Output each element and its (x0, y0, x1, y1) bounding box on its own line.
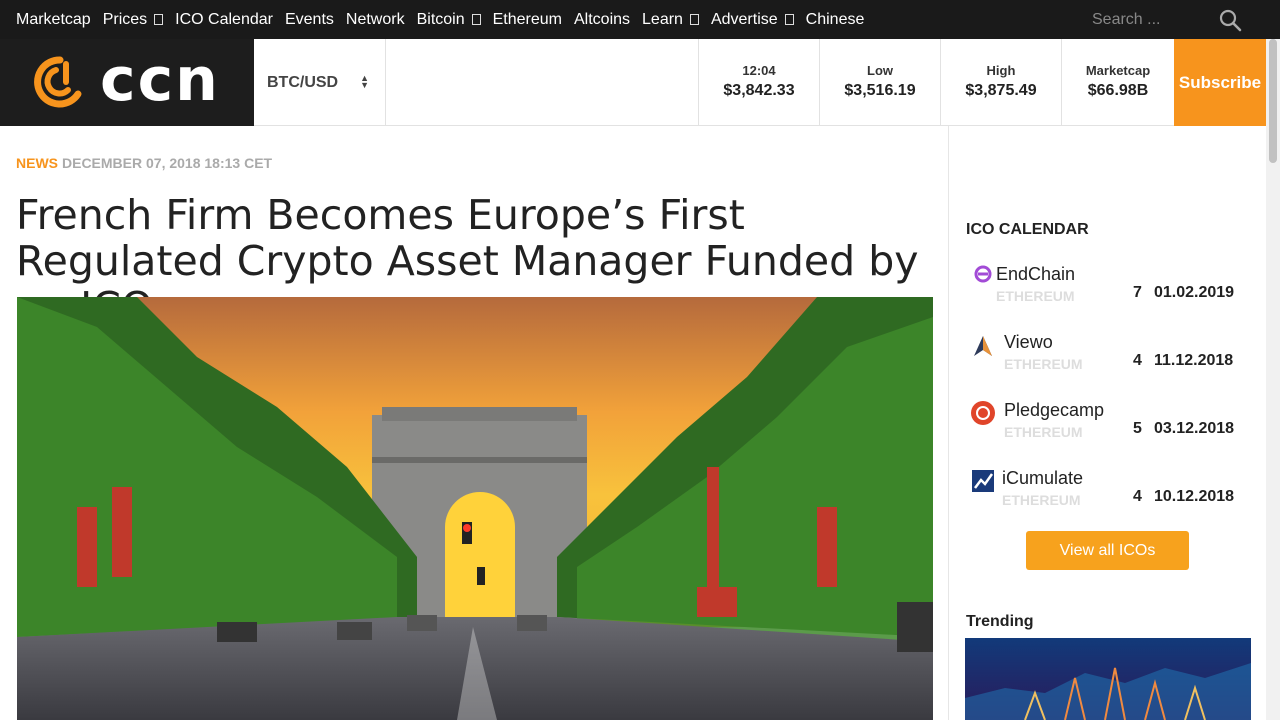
price-header: CCN BTC/USD ▲ ▼ 12:04 $3,842.33 Low $3,516.1… (0, 39, 1266, 126)
ccn-logo-icon (34, 56, 82, 108)
ico-date: 10.12.2018 (1154, 488, 1235, 505)
ico-date: 11.12.2018 (1154, 352, 1234, 369)
ico-name: Pledgecamp (1004, 400, 1105, 420)
pledgecamp-icon (970, 400, 996, 426)
ico-date: 03.12.2018 (1154, 420, 1235, 437)
nav-item-learn[interactable]: Learn (642, 11, 699, 29)
ico-count: 4 (1133, 488, 1142, 505)
stat-value: $3,875.49 (965, 82, 1037, 99)
nav-item-advertise[interactable]: Advertise (711, 11, 794, 29)
nav-item-network[interactable]: Network (346, 11, 405, 29)
ico-count: 5 (1133, 420, 1142, 437)
pair-label: BTC/USD (267, 73, 339, 91)
nav-item-label: Altcoins (574, 10, 631, 28)
nav-item-marketcap[interactable]: Marketcap (16, 11, 91, 29)
ico-chain: ETHEREUM (1004, 356, 1083, 372)
nav-item-label: Marketcap (16, 10, 91, 28)
endchain-icon (970, 264, 996, 290)
nav-item-label: Bitcoin (416, 10, 465, 28)
nav-item-label: Events (284, 10, 334, 28)
nav-item-prices[interactable]: Prices (102, 10, 164, 29)
stat-value: $66.98B (1087, 82, 1149, 99)
stat-value: $3,842.33 (723, 82, 795, 99)
ico-name: iCumulate (1002, 468, 1084, 488)
dropdown-icon (784, 14, 794, 25)
column-divider (948, 126, 949, 720)
dropdown-icon (471, 14, 481, 25)
ico-date: 01.02.2019 (1154, 284, 1235, 301)
ico-item-pledgecamp[interactable]: Pledgecamp ETHEREUM 5 03.12.2018 (966, 400, 1246, 450)
price-stat-3: Marketcap $66.98B (1061, 39, 1174, 126)
scrollbar[interactable] (1266, 39, 1280, 720)
nav-item-label: Prices (102, 10, 148, 28)
scroll-thumb[interactable] (1269, 39, 1277, 163)
icumulate-icon (970, 468, 996, 494)
nav-item-label: Chinese (805, 10, 865, 28)
nav-item-bitcoin[interactable]: Bitcoin (417, 11, 481, 29)
article-category[interactable]: NEWS (16, 155, 58, 171)
stat-value: $3,516.19 (844, 82, 916, 99)
ico-name: Viewo (1004, 332, 1053, 352)
hero-image (17, 297, 933, 720)
stat-label: Marketcap (1085, 63, 1151, 78)
nav-item-label: Advertise (710, 10, 778, 28)
trending-heading: Trending (966, 613, 1034, 630)
price-stat-0: 12:04 $3,842.33 (698, 39, 819, 126)
price-stat-1: Low $3,516.19 (819, 39, 940, 126)
nav-item-chinese[interactable]: Chinese (806, 11, 865, 29)
search-box (1080, 4, 1250, 35)
stat-label: 12:04 (742, 63, 776, 78)
site-logo[interactable]: CCN (0, 39, 254, 126)
nav-item-events[interactable]: Events (285, 11, 334, 29)
ico-item-viewo[interactable]: Viewo ETHEREUM 4 11.12.2018 (966, 332, 1246, 382)
article-date: DECEMBER 07, 2018 18:13 CET (62, 155, 273, 171)
stat-label: Low (867, 63, 893, 78)
logo-wordmark: CCN (100, 45, 220, 115)
sort-arrows-icon: ▲ ▼ (360, 73, 369, 90)
nav-menu: Marketcap Prices ICO Calendar Events Network… (16, 0, 864, 39)
ico-name: EndChain (996, 264, 1076, 284)
nav-item-label: Ethereum (492, 10, 562, 28)
nav-item-ethereum[interactable]: Ethereum (493, 11, 562, 29)
search-icon[interactable] (1218, 8, 1242, 32)
nav-item-label: Network (345, 10, 405, 28)
ico-chain: ETHEREUM (1004, 424, 1083, 440)
ico-chain: ETHEREUM (996, 288, 1075, 304)
ico-calendar-heading: ICO CALENDAR (966, 221, 1089, 238)
price-stat-2: High $3,875.49 (940, 39, 1061, 126)
nav-item-ico-calendar[interactable]: ICO Calendar (175, 11, 273, 29)
stat-label: High (986, 63, 1016, 78)
viewo-icon (970, 332, 996, 358)
ico-item-icumulate[interactable]: iCumulate ETHEREUM 4 10.12.2018 (966, 468, 1246, 518)
subscribe-button[interactable]: Subscribe (1174, 39, 1266, 126)
ico-count: 4 (1133, 352, 1142, 369)
view-all-icos-button[interactable]: View all ICOs (1026, 531, 1189, 570)
nav-item-altcoins[interactable]: Altcoins (574, 11, 630, 29)
ico-count: 7 (1133, 284, 1142, 301)
nav-item-label: ICO Calendar (175, 10, 273, 28)
trending-image[interactable] (965, 638, 1251, 720)
dropdown-icon (154, 14, 164, 25)
ico-chain: ETHEREUM (1002, 492, 1081, 508)
ico-item-endchain[interactable]: EndChain ETHEREUM 7 01.02.2019 (966, 264, 1246, 314)
top-nav: Marketcap Prices ICO Calendar Events Network… (0, 0, 1280, 39)
dropdown-icon (689, 14, 699, 25)
nav-item-label: Learn (642, 10, 683, 28)
article-meta: NEWS DECEMBER 07, 2018 18:13 CET (16, 155, 272, 171)
pair-select[interactable]: BTC/USD ▲ ▼ (254, 39, 386, 126)
